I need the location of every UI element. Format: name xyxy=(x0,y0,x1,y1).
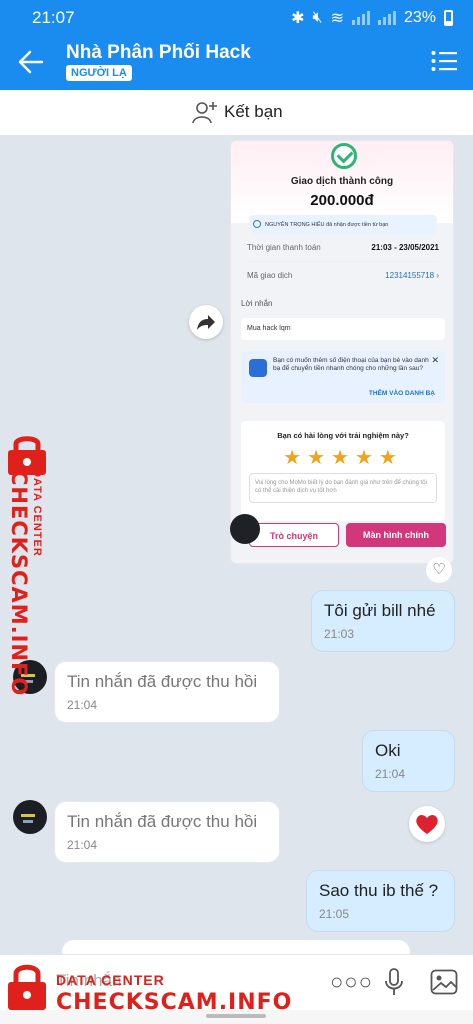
status-icons: ✱ 🔇︎ ≋ 23% xyxy=(291,8,453,28)
info-icon xyxy=(253,220,261,228)
phone-contact-icon xyxy=(249,359,267,377)
receipt-message-label: Lời nhắn xyxy=(241,299,273,308)
message-text: Oki xyxy=(375,741,401,760)
bluetooth-icon: ✱ xyxy=(291,10,305,27)
more-options-icon[interactable]: ○○○ xyxy=(330,969,373,995)
heart-reaction-icon[interactable] xyxy=(409,806,445,842)
receipt-status: Giao dịch thành công xyxy=(290,176,394,187)
message-time: 21:04 xyxy=(67,838,98,852)
image-gallery-icon[interactable] xyxy=(430,969,458,995)
add-friend-bar: Kết bạn xyxy=(0,90,473,136)
receipt-code-row: Mã giao dịch 12314155718 › xyxy=(247,271,439,280)
message-text: Tin nhắn đã được thu hồi xyxy=(67,812,258,831)
share-arrow-icon xyxy=(197,315,215,330)
add-friend-label: Kết bạn xyxy=(224,102,283,121)
watermark-site: CHECKSCAM.INFO xyxy=(56,990,293,1015)
message-text: Sao thu ib thế ? xyxy=(319,881,439,900)
battery-percent: 23% xyxy=(403,9,436,26)
message-text: Tin nhắn đã được thu hồi xyxy=(67,672,258,691)
microphone-icon[interactable] xyxy=(384,967,404,997)
menu-list-icon[interactable] xyxy=(431,49,457,73)
add-friend-icon xyxy=(192,102,217,124)
tip-text: Bạn có muốn thêm số điện thoại của bạn b… xyxy=(273,357,429,372)
contact-name[interactable]: Nhà Phân Phối Hack xyxy=(66,42,251,64)
message-time: 21:05 xyxy=(319,907,350,921)
receipt-rating-card: Bạn có hài lòng với trải nghiệm này? ★★★… xyxy=(241,421,445,521)
receipt-note-text: NGUYỄN TRỌNG HIẾU đã nhận được tiền từ b… xyxy=(265,222,389,228)
message-time: 21:04 xyxy=(375,767,406,781)
receipt-note: NGUYỄN TRỌNG HIẾU đã nhận được tiền từ b… xyxy=(249,215,437,235)
message-bubble-recalled[interactable]: Tin nhắn đã được thu hồi 21:04 xyxy=(54,661,280,723)
signal-icon-2 xyxy=(377,11,396,25)
message-bubble-sent[interactable]: Sao thu ib thế ? 21:05 xyxy=(306,870,455,932)
receipt-avatar xyxy=(230,514,260,544)
like-heart-icon[interactable]: ♡ xyxy=(426,557,452,583)
watermark-lock-icon xyxy=(8,964,46,1010)
close-icon: ✕ xyxy=(431,355,439,365)
sender-avatar[interactable] xyxy=(13,800,47,834)
message-text: Tôi gửi bill nhé xyxy=(324,601,436,620)
status-time: 21:07 xyxy=(32,8,75,27)
receipt-message-value: Mua hack lqm xyxy=(241,318,445,340)
success-check-icon xyxy=(331,143,357,169)
watermark-title: DATA CENTER xyxy=(56,972,165,988)
forward-button[interactable] xyxy=(189,305,223,339)
rating-feedback-box: Vui lòng cho MoMo biết lý do bạn đánh gi… xyxy=(249,473,437,503)
message-bubble-sent[interactable]: Tôi gửi bill nhé 21:03 xyxy=(311,590,455,652)
divider xyxy=(247,261,439,262)
message-bubble-recalled[interactable]: Tin nhắn đã được thu hồi 21:04 xyxy=(54,801,280,863)
message-time: 21:04 xyxy=(67,698,98,712)
payment-receipt-image[interactable]: Giao dịch thành công 200.000đ NGUYỄN TRỌ… xyxy=(230,140,454,564)
receipt-contact-tip: Bạn có muốn thêm số điện thoại của bạn b… xyxy=(241,351,445,403)
receipt-code-label: Mã giao dịch xyxy=(247,271,293,280)
add-to-contacts-label: THÊM VÀO DANH BẠ xyxy=(368,390,435,397)
wifi-icon: ≋ xyxy=(330,10,344,27)
mute-icon: 🔇︎ xyxy=(312,9,323,26)
back-arrow-icon[interactable] xyxy=(16,48,46,76)
rating-question: Bạn có hài lòng với trải nghiệm này? xyxy=(277,431,409,440)
watermark-vertical-title: DATA CENTER xyxy=(31,469,43,557)
message-time: 21:03 xyxy=(324,627,355,641)
receipt-time-label: Thời gian thanh toán xyxy=(247,243,321,252)
chat-header: Nhà Phân Phối Hack NGƯỜI LẠ xyxy=(0,34,473,90)
watermark-vertical-site: CHECKSCAM.INFO xyxy=(7,470,31,697)
star-rating-icon: ★★★★★ xyxy=(283,447,403,469)
stranger-badge: NGƯỜI LẠ xyxy=(66,65,132,81)
receipt-home-button: Màn hình chính xyxy=(346,523,446,547)
add-friend-button[interactable]: Kết bạn xyxy=(192,100,283,124)
receipt-code-value: 12314155718 › xyxy=(385,271,439,280)
receipt-time-row: Thời gian thanh toán 21:03 - 23/05/2021 xyxy=(247,243,439,252)
status-bar: 21:07 ✱ 🔇︎ ≋ 23% xyxy=(0,0,473,34)
receipt-time-value: 21:03 - 23/05/2021 xyxy=(371,243,439,252)
receipt-amount: 200.000đ xyxy=(310,192,374,209)
receipt-chat-button: Trò chuyện xyxy=(249,523,339,547)
signal-icon xyxy=(351,11,370,25)
message-bubble-sent[interactable]: Oki 21:04 xyxy=(362,730,455,792)
battery-icon xyxy=(444,10,453,26)
